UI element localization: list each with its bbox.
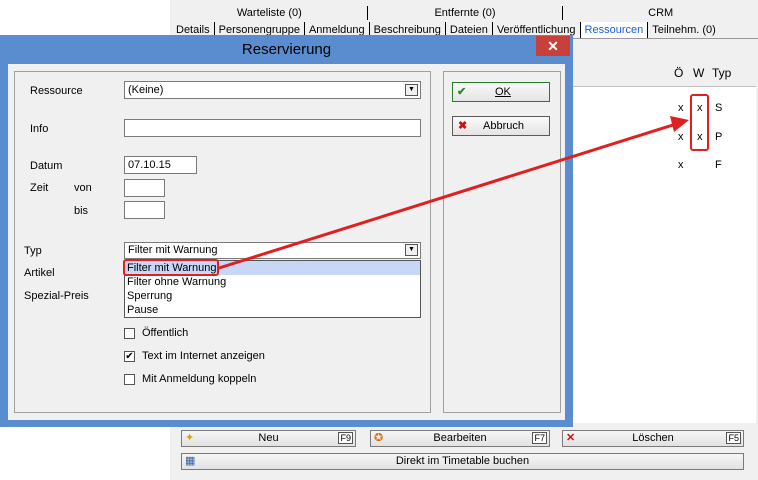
annotation-arrow xyxy=(218,116,689,270)
